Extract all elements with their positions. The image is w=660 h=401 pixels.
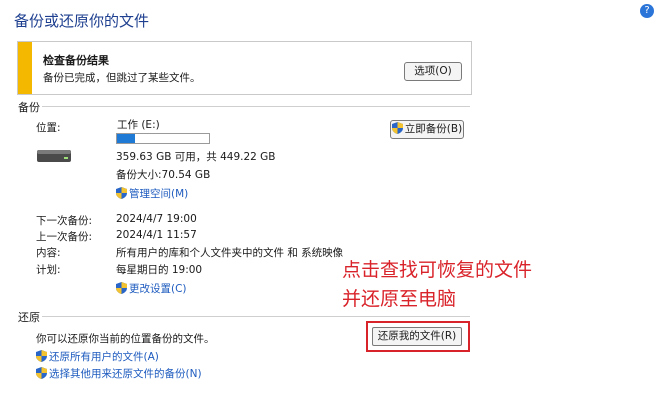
- schedule-value: 每星期日的 19:00: [116, 264, 203, 276]
- restore-section-heading: 还原: [18, 311, 40, 324]
- contents-value: 所有用户的库和个人文件夹中的文件 和 系统映像: [116, 247, 344, 259]
- contents-label: 内容:: [36, 247, 61, 259]
- drive-name: 工作 (E:): [117, 119, 160, 131]
- uac-shield-icon: [116, 187, 127, 199]
- last-backup-value: 2024/4/1 11:57: [116, 229, 197, 241]
- manage-space-link-row[interactable]: 管理空间(M): [116, 182, 188, 201]
- schedule-label: 计划:: [36, 264, 61, 276]
- next-backup-label: 下一次备份:: [36, 215, 93, 227]
- select-other-backup-link[interactable]: 选择其他用来还原文件的备份(N): [49, 368, 202, 380]
- backup-size: 备份大小:70.54 GB: [116, 169, 211, 181]
- drive-usage-fill: [117, 134, 136, 143]
- uac-shield-icon: [36, 350, 47, 362]
- alert-message: 备份已完成，但跳过了某些文件。: [43, 72, 201, 84]
- manage-space-link[interactable]: 管理空间(M): [129, 188, 188, 200]
- backup-now-label: 立即备份(B): [404, 123, 463, 135]
- space-info: 359.63 GB 可用，共 449.22 GB: [116, 151, 276, 163]
- hard-drive-icon: [37, 150, 71, 162]
- uac-shield-icon: [116, 282, 127, 294]
- next-backup-value: 2024/4/7 19:00: [116, 213, 197, 225]
- options-button[interactable]: 选项(O): [404, 62, 462, 81]
- help-icon[interactable]: ?: [640, 4, 654, 18]
- select-other-backup-link-row[interactable]: 选择其他用来还原文件的备份(N): [36, 362, 202, 381]
- annotation-line-2: 并还原至电脑: [342, 288, 457, 310]
- warning-bar: [18, 42, 32, 94]
- uac-shield-icon: [36, 367, 47, 379]
- restore-my-files-button[interactable]: 还原我的文件(R): [372, 327, 462, 346]
- drive-usage-bar: [116, 133, 210, 144]
- location-label: 位置:: [36, 122, 61, 134]
- window-title: 备份或还原你的文件: [14, 12, 150, 30]
- restore-description: 你可以还原你当前的位置备份的文件。: [36, 333, 215, 345]
- alert-title: 检查备份结果: [43, 54, 109, 67]
- uac-shield-icon: [391, 122, 403, 134]
- backup-divider: [42, 106, 470, 107]
- backup-section-heading: 备份: [18, 101, 40, 114]
- change-settings-link-row[interactable]: 更改设置(C): [116, 277, 187, 296]
- restore-divider: [42, 316, 470, 317]
- change-settings-link[interactable]: 更改设置(C): [129, 283, 187, 295]
- backup-result-alert: 检查备份结果 备份已完成，但跳过了某些文件。 选项(O): [17, 41, 472, 95]
- last-backup-label: 上一次备份:: [36, 231, 93, 243]
- annotation-line-1: 点击查找可恢复的文件: [342, 259, 533, 281]
- backup-now-button[interactable]: 立即备份(B): [390, 120, 464, 139]
